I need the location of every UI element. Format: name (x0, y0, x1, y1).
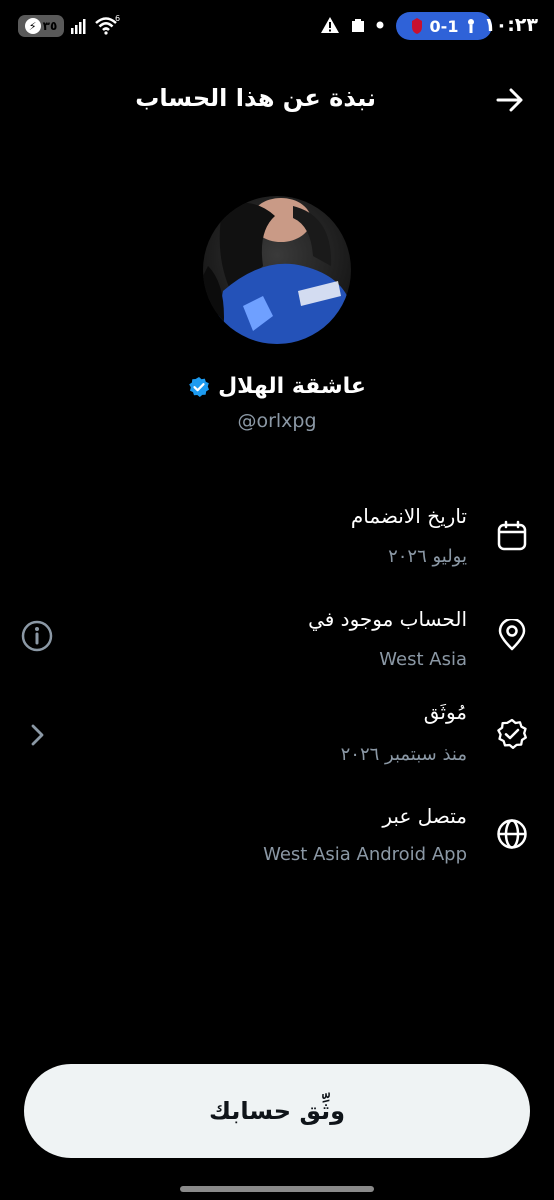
location-pin-icon (498, 619, 526, 651)
score-text: 0-1 (429, 16, 459, 36)
globe-icon (497, 819, 527, 849)
display-name-row: عاشقة الهلال (0, 374, 554, 399)
page-title: نبذة عن هذا الحساب (135, 84, 376, 112)
verified-title: مُوثَق (423, 700, 467, 724)
back-arrow-icon[interactable] (494, 84, 526, 116)
avatar-image (203, 196, 351, 344)
info-icon[interactable] (20, 619, 54, 653)
info-verified[interactable]: مُوثَق منذ سبتمبر ٢٠٢٦ (0, 700, 554, 780)
charging-icon: ⚡ (24, 18, 41, 34)
battery-indicator: ⚡ ٣٥ (18, 15, 64, 37)
info-location: الحساب موجود في West Asia (0, 605, 554, 685)
chevron-left-icon[interactable] (20, 718, 54, 752)
location-value: West Asia (379, 649, 467, 670)
display-name: عاشقة الهلال (218, 374, 366, 399)
club-crest-icon (411, 18, 422, 34)
header: نبذة عن هذا الحساب (0, 80, 554, 120)
battery-level: ٣٥ (42, 19, 58, 33)
info-joined: تاريخ الانضمام يوليو ٢٠٢٦ (0, 500, 554, 580)
location-title: الحساب موجود في (308, 607, 467, 631)
avatar[interactable] (203, 196, 351, 344)
home-indicator[interactable] (180, 1186, 374, 1192)
joined-title: تاريخ الانضمام (350, 504, 467, 528)
info-connected-via: متصل عبر West Asia Android App (0, 800, 554, 880)
calendar-icon (497, 520, 527, 551)
dot-icon (376, 21, 384, 29)
status-left-icons: ⚡ ٣٥ 6 (18, 15, 120, 37)
verify-account-button[interactable]: وثِّق حسابك (24, 1064, 530, 1158)
verified-badge-icon (189, 376, 210, 397)
connected-title: متصل عبر (382, 804, 467, 828)
joined-date: يوليو ٢٠٢٦ (388, 546, 467, 567)
alert-icon (321, 17, 339, 33)
signal-icon (71, 19, 86, 34)
live-score-chip[interactable]: 0-1 (396, 12, 492, 40)
status-right-icons (320, 16, 384, 34)
handle: @orlxpg (237, 410, 317, 432)
status-bar: ⚡ ٣٥ 6 0-1 ١٠:٢٣ (0, 0, 554, 52)
verified-since: منذ سبتمبر ٢٠٢٦ (340, 744, 467, 765)
verified-outline-icon (497, 718, 527, 749)
clock: ١٠:٢٣ (484, 14, 538, 36)
club-crest-icon (468, 19, 475, 33)
wifi-icon: 6 (95, 15, 120, 35)
network-label: 6 (115, 15, 120, 23)
app-notification-icon (352, 19, 364, 32)
connected-value: West Asia Android App (263, 844, 467, 865)
